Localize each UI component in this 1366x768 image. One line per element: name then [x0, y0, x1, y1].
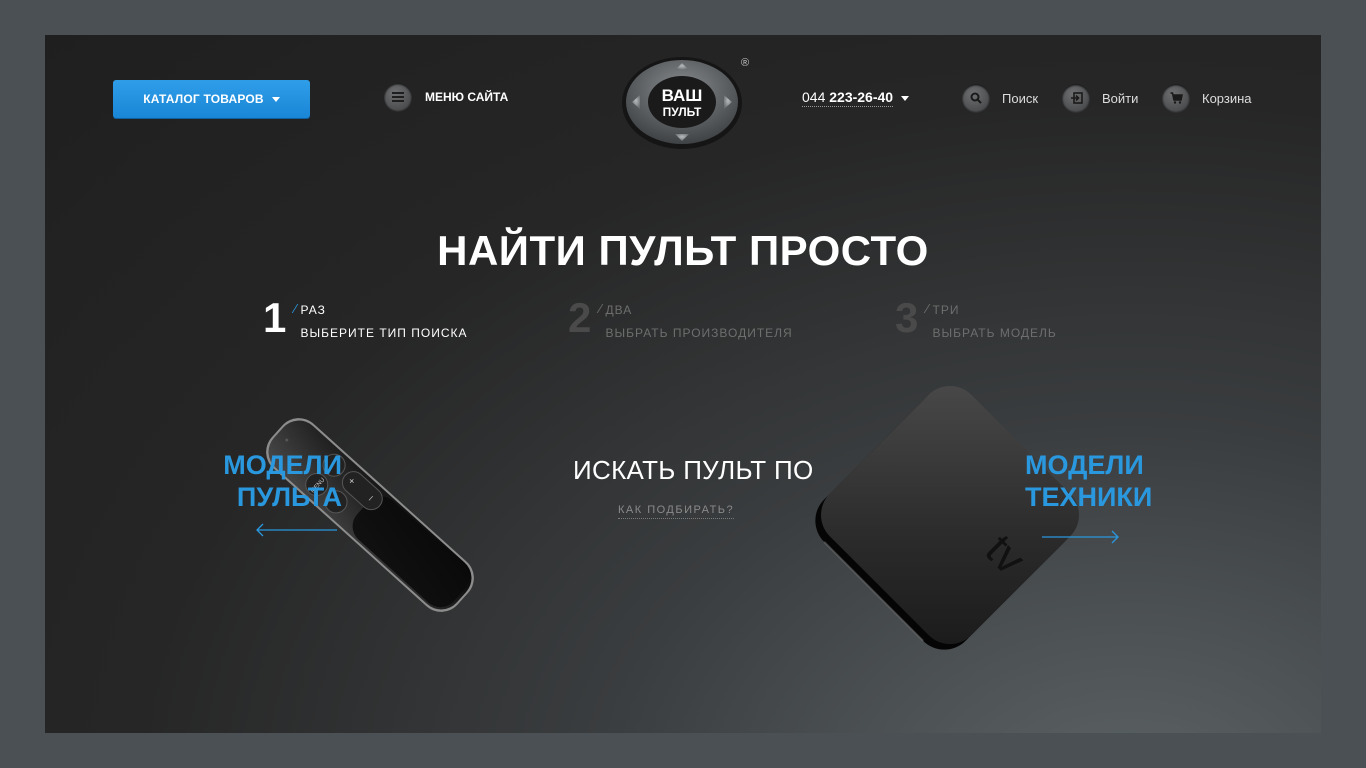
cart-icon [1162, 84, 1190, 112]
search-label: Поиск [1002, 90, 1039, 106]
page: КАТАЛОГ ТОВАРОВ МЕНЮ САЙТА ВАШ ПУЛЬТ ® 0… [45, 35, 1321, 733]
search-icon [962, 84, 990, 112]
option-line: МОДЕЛИ [223, 450, 342, 480]
catalog-button[interactable]: КАТАЛОГ ТОВАРОВ [113, 80, 310, 118]
tv-box-image: tv [815, 386, 1079, 650]
step-number: 1 [263, 294, 287, 341]
step-label: РАЗ [300, 303, 326, 317]
search-link[interactable]: Поиск [962, 84, 1038, 112]
remote-models-option[interactable]: МОДЕЛИ ПУЛЬТА [205, 449, 342, 513]
slash-icon: ⁄ [926, 301, 929, 316]
logo[interactable]: ВАШ ПУЛЬТ [620, 55, 744, 151]
site-menu-button[interactable]: МЕНЮ САЙТА [384, 83, 508, 111]
arrow-left-icon[interactable] [255, 523, 339, 537]
option-line: ПУЛЬТА [236, 482, 342, 512]
login-label: Войти [1102, 90, 1139, 106]
arrow-right-icon[interactable] [1040, 530, 1120, 544]
cart-label: Корзина [1202, 90, 1252, 106]
phone-prefix: 044 [802, 89, 826, 105]
logo-text-1: ВАШ [662, 86, 703, 105]
step-desc: ВЫБРАТЬ ПРОИЗВОДИТЕЛЯ [605, 326, 793, 340]
cart-link[interactable]: Корзина [1162, 84, 1252, 112]
chevron-down-icon [901, 95, 910, 101]
phone-dropdown[interactable]: 044 223-26-40 [802, 89, 910, 107]
search-by-heading: ИСКАТЬ ПУЛЬТ ПО [573, 455, 814, 485]
step-3: 3 ⁄ ТРИ ВЫБРАТЬ МОДЕЛЬ [895, 294, 1057, 341]
phone-number: 044 223-26-40 [802, 89, 894, 107]
slash-icon: ⁄ [294, 301, 297, 316]
remote-image: MENU + – [266, 418, 474, 612]
option-line: ТЕХНИКИ [1025, 482, 1153, 512]
login-link[interactable]: Войти [1062, 84, 1138, 112]
step-number: 2 [568, 294, 592, 341]
slash-icon: ⁄ [599, 301, 602, 316]
site-menu-label: МЕНЮ САЙТА [425, 90, 509, 104]
phone-main: 223-26-40 [829, 89, 894, 105]
menu-icon [384, 83, 412, 111]
step-2: 2 ⁄ ДВА ВЫБРАТЬ ПРОИЗВОДИТЕЛЯ [568, 294, 793, 341]
device-models-option[interactable]: МОДЕЛИ ТЕХНИКИ [1025, 449, 1175, 513]
login-icon [1062, 84, 1090, 112]
step-desc: ВЫБРАТЬ МОДЕЛЬ [932, 326, 1057, 340]
step-label: ТРИ [932, 303, 960, 317]
catalog-button-label: КАТАЛОГ ТОВАРОВ [143, 92, 264, 106]
step-desc: ВЫБЕРИТЕ ТИП ПОИСКА [300, 326, 468, 340]
how-to-choose-link[interactable]: КАК ПОДБИРАТЬ? [618, 504, 735, 519]
step-number: 3 [895, 294, 919, 341]
step-label: ДВА [605, 303, 633, 317]
option-line: МОДЕЛИ [1025, 450, 1144, 480]
step-1: 1 ⁄ РАЗ ВЫБЕРИТЕ ТИП ПОИСКА [263, 294, 468, 341]
chevron-down-icon [271, 96, 280, 102]
hero-title: НАЙТИ ПУЛЬТ ПРОСТО [437, 227, 929, 274]
logo-text-2: ПУЛЬТ [663, 105, 702, 119]
registered-mark: ® [741, 57, 750, 69]
